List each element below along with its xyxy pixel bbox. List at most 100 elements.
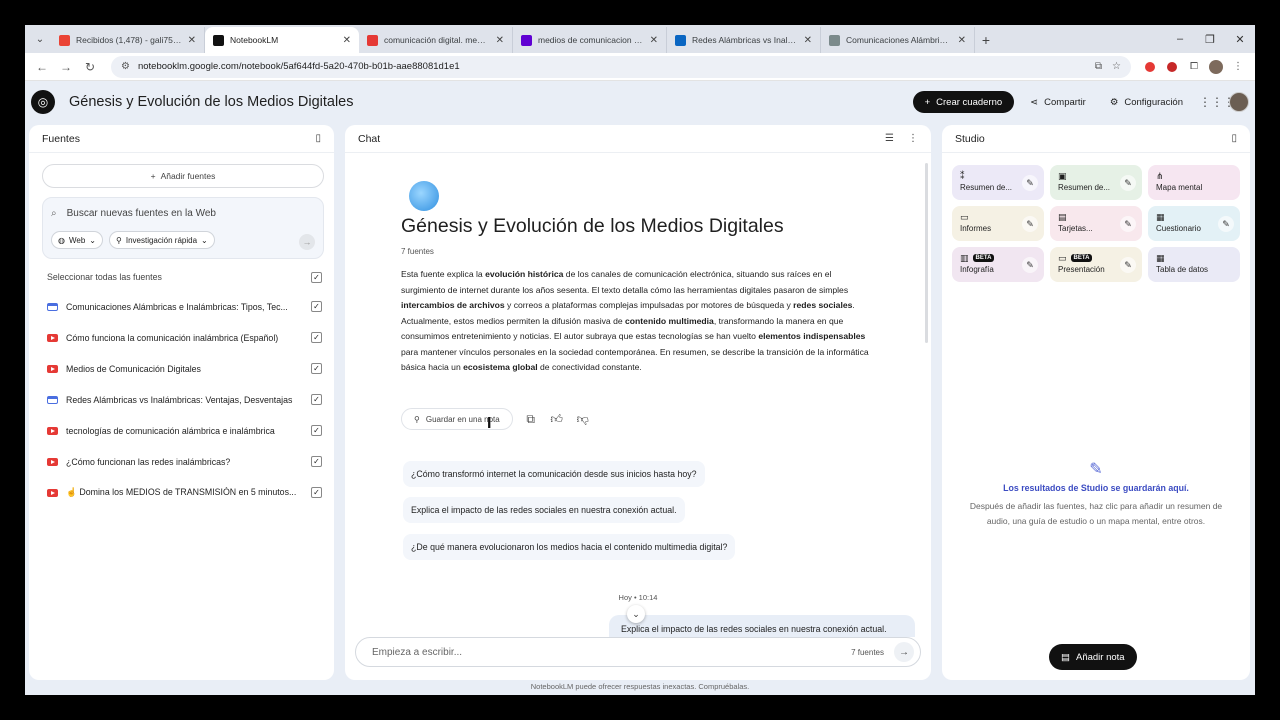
- user-avatar[interactable]: [1229, 92, 1249, 112]
- source-item[interactable]: tecnologías de comunicación alámbrica e …: [47, 415, 322, 446]
- settings-button[interactable]: ⚙ Configuración: [1102, 91, 1191, 113]
- edit-pencil-icon[interactable]: ✎: [1022, 257, 1038, 273]
- browser-tab[interactable]: medios de comunicacion inalar ✕: [513, 27, 667, 53]
- message-timestamp: Hoy • 10:14: [618, 593, 658, 602]
- edit-pencil-icon[interactable]: ✎: [1022, 216, 1038, 232]
- edit-pencil-icon[interactable]: ✎: [1120, 257, 1136, 273]
- globe-icon: ◍: [58, 235, 65, 245]
- chat-scrollbar[interactable]: [925, 163, 928, 343]
- close-tab-icon[interactable]: ✕: [958, 35, 966, 46]
- browser-tab[interactable]: Redes Alámbricas vs Inalámbric ✕: [667, 27, 821, 53]
- web-filter-dropdown[interactable]: ◍ Web ⌄: [51, 231, 103, 249]
- research-mode-dropdown[interactable]: ⚲ Investigación rápida ⌄: [109, 231, 215, 249]
- edit-pencil-icon[interactable]: ✎: [1120, 175, 1136, 191]
- source-checkbox[interactable]: ✓: [311, 394, 322, 405]
- cards-icon: ▤: [1058, 211, 1067, 222]
- chat-input[interactable]: Empieza a escribir... 7 fuentes →: [355, 637, 921, 667]
- close-tab-icon[interactable]: ✕: [188, 35, 196, 46]
- studio-tile[interactable]: ▥ BETA Infografía ✎: [952, 247, 1044, 282]
- thumbs-down-icon[interactable]: 👎︎: [575, 412, 591, 427]
- new-tab-button[interactable]: +: [975, 27, 997, 53]
- studio-tile-label: Resumen de...: [1058, 183, 1111, 192]
- studio-tile[interactable]: ⋔ Mapa mental: [1148, 165, 1240, 200]
- edit-pencil-icon[interactable]: ✎: [1022, 175, 1038, 191]
- close-window-icon[interactable]: ✕: [1225, 25, 1255, 53]
- suggested-question[interactable]: ¿De qué manera evolucionaron los medios …: [403, 534, 736, 560]
- select-all-checkbox[interactable]: ✓: [311, 271, 322, 283]
- source-item[interactable]: ¿Cómo funcionan las redes inalámbricas? ✓: [47, 446, 322, 477]
- thumbs-up-icon[interactable]: 👍︎: [549, 412, 565, 427]
- gear-icon: ⚙: [1109, 96, 1119, 108]
- source-item[interactable]: Redes Alámbricas vs Inalámbricas: Ventaj…: [47, 384, 322, 415]
- profile-avatar[interactable]: [1205, 56, 1227, 78]
- browser-tab[interactable]: Recibidos (1,478) - gali7525@g ✕: [51, 27, 205, 53]
- studio-tile[interactable]: ▤ Tarjetas... ✎: [1050, 206, 1142, 241]
- extension-red-icon[interactable]: [1161, 56, 1183, 78]
- suggested-question[interactable]: Explica el impacto de las redes sociales…: [403, 497, 685, 523]
- search-input[interactable]: Buscar nuevas fuentes en la Web: [67, 208, 216, 219]
- globe-emoji-icon: [409, 181, 439, 211]
- source-checkbox[interactable]: ✓: [311, 363, 322, 374]
- source-name: Medios de Comunicación Digitales: [66, 363, 201, 374]
- collapse-panel-icon[interactable]: ▯: [1231, 133, 1237, 144]
- forward-icon[interactable]: →: [55, 56, 77, 78]
- summary-highlight: elementos indispensables: [758, 331, 866, 341]
- edit-pencil-icon[interactable]: ✎: [1218, 216, 1234, 232]
- source-item[interactable]: Cómo funciona la comunicación inalámbric…: [47, 322, 322, 353]
- install-icon[interactable]: ⧉: [1095, 61, 1102, 72]
- add-sources-button[interactable]: + Añadir fuentes: [42, 164, 324, 188]
- studio-tile[interactable]: ▣ Resumen de... ✎: [1050, 165, 1142, 200]
- bookmark-star-icon[interactable]: ☆: [1112, 61, 1121, 72]
- studio-tile[interactable]: ▭ Informes ✎: [952, 206, 1044, 241]
- chevron-down-icon: ⌄: [201, 235, 208, 245]
- scroll-down-icon[interactable]: ⌄: [627, 605, 645, 623]
- save-to-note-button[interactable]: ⚲ Guardar en una nota: [401, 408, 513, 430]
- send-icon[interactable]: →: [894, 642, 914, 662]
- back-icon[interactable]: ←: [31, 56, 53, 78]
- suggested-question[interactable]: ¿Cómo transformó internet la comunicació…: [403, 461, 705, 487]
- reload-icon[interactable]: ↻: [79, 56, 101, 78]
- more-options-icon[interactable]: ⋮: [908, 133, 918, 144]
- apps-grid-icon[interactable]: ⋮⋮⋮: [1199, 95, 1235, 109]
- edit-pencil-icon[interactable]: ✎: [1120, 216, 1136, 232]
- studio-tile[interactable]: ⁑ Resumen de... ✎: [952, 165, 1044, 200]
- notebook-title[interactable]: Génesis y Evolución de los Medios Digita…: [69, 94, 354, 110]
- summary-text: y correos a plataformas complejas impuls…: [504, 300, 794, 310]
- notebooklm-logo-icon[interactable]: ◎: [31, 90, 55, 114]
- close-tab-icon[interactable]: ✕: [343, 35, 351, 46]
- source-checkbox[interactable]: ✓: [311, 487, 322, 498]
- minimize-icon[interactable]: –: [1165, 25, 1195, 53]
- source-checkbox[interactable]: ✓: [311, 301, 322, 312]
- browser-tab[interactable]: comunicación digital. medios a ✕: [359, 27, 513, 53]
- chat-settings-icon[interactable]: ☰: [885, 133, 894, 144]
- site-info-icon[interactable]: ⚙: [121, 61, 130, 72]
- maximize-icon[interactable]: ❐: [1195, 25, 1225, 53]
- add-note-button[interactable]: ▤ Añadir nota: [1049, 644, 1137, 670]
- source-item[interactable]: Comunicaciones Alámbricas e Inalámbricas…: [47, 291, 322, 322]
- search-submit-button[interactable]: →: [299, 234, 315, 250]
- studio-tile[interactable]: ▦ Tabla de datos: [1148, 247, 1240, 282]
- source-checkbox[interactable]: ✓: [311, 332, 322, 343]
- tab-search-icon[interactable]: ⌄: [29, 25, 51, 53]
- source-checkbox[interactable]: ✓: [311, 425, 322, 436]
- browser-tab[interactable]: Comunicaciones Alámbricas e I ✕: [821, 27, 975, 53]
- browser-menu-icon[interactable]: ⋮: [1227, 56, 1249, 78]
- extensions-puzzle-icon[interactable]: ⧠: [1183, 56, 1205, 78]
- address-bar[interactable]: ⚙ notebooklm.google.com/notebook/5af644f…: [111, 55, 1131, 78]
- close-tab-icon[interactable]: ✕: [496, 35, 504, 46]
- copy-icon[interactable]: ⧉: [523, 412, 539, 427]
- select-all-row[interactable]: Seleccionar todas las fuentes ✓: [47, 269, 322, 285]
- browser-tab[interactable]: NotebookLM ✕: [205, 27, 359, 53]
- source-item[interactable]: Medios de Comunicación Digitales ✓: [47, 353, 322, 384]
- studio-tile[interactable]: ▭ BETA Presentación ✎: [1050, 247, 1142, 282]
- source-item[interactable]: ☝️ Domina los MEDIOS de TRANSMISIÓN en 5…: [47, 477, 322, 508]
- source-checkbox[interactable]: ✓: [311, 456, 322, 467]
- studio-tile[interactable]: ▦ Cuestionario ✎: [1148, 206, 1240, 241]
- extension-adblock-icon[interactable]: [1139, 56, 1161, 78]
- close-tab-icon[interactable]: ✕: [650, 35, 658, 46]
- create-notebook-button[interactable]: + Crear cuaderno: [912, 91, 1015, 113]
- share-button[interactable]: ⋖ Compartir: [1022, 91, 1094, 113]
- collapse-panel-icon[interactable]: ▯: [315, 133, 321, 144]
- close-tab-icon[interactable]: ✕: [804, 35, 812, 46]
- chat-input-source-count: 7 fuentes: [851, 647, 884, 657]
